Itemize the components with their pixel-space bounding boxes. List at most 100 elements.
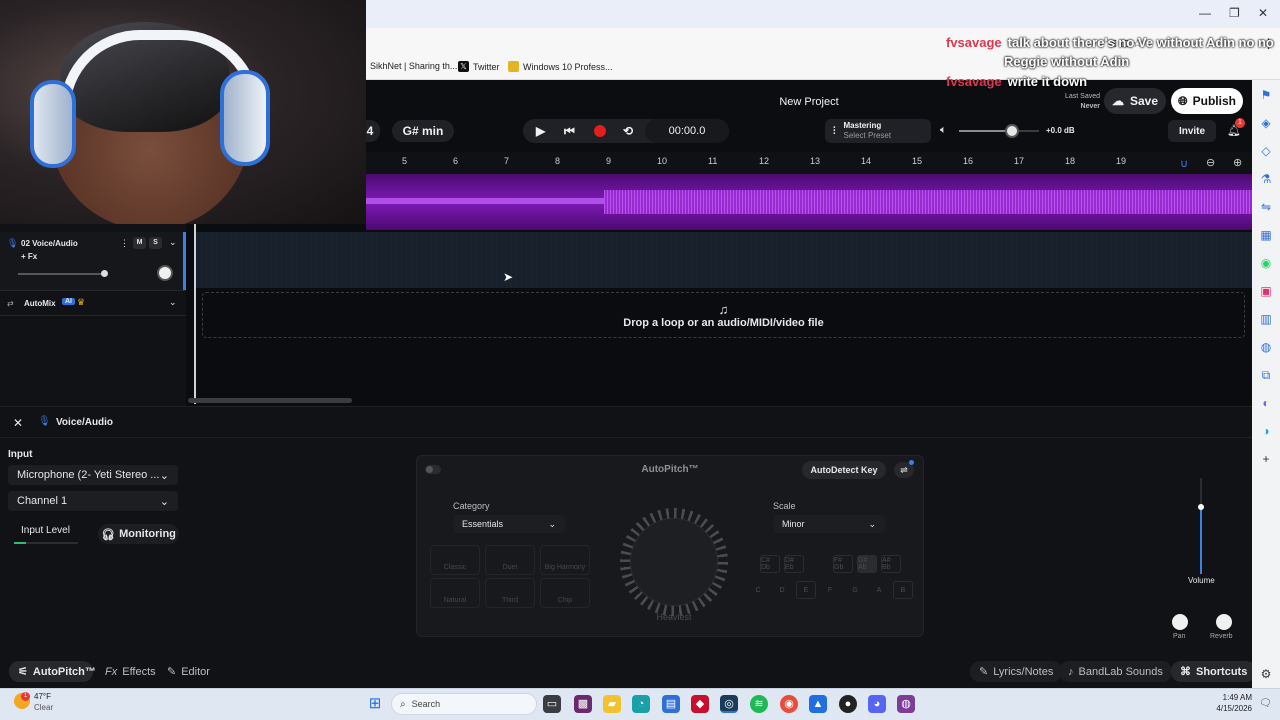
key-e[interactable]: E bbox=[796, 581, 816, 599]
nba-icon[interactable]: ◆ bbox=[691, 695, 709, 713]
category-select[interactable]: Essentials ⌄ bbox=[453, 515, 565, 533]
publish-button[interactable]: 🌐︎ Publish bbox=[1171, 88, 1243, 114]
preset-chip[interactable]: Chip bbox=[540, 578, 590, 608]
key-g-sharp[interactable]: G# Ab bbox=[857, 555, 877, 573]
record-icon[interactable] bbox=[594, 125, 606, 137]
key-d-sharp[interactable]: D# Eb bbox=[784, 555, 804, 573]
key-g[interactable]: G bbox=[845, 581, 865, 599]
app-icon[interactable]: ▩ bbox=[574, 695, 592, 713]
flask-icon[interactable]: ⚗ bbox=[1259, 172, 1273, 186]
mute-button[interactable]: M bbox=[133, 237, 146, 249]
restore-icon[interactable]: ❐ bbox=[1229, 6, 1240, 20]
key-b[interactable]: B bbox=[893, 581, 913, 599]
save-button[interactable]: ☁ Save bbox=[1104, 88, 1166, 114]
bookmark-icon[interactable]: ⚑ bbox=[1259, 88, 1273, 102]
bird-icon[interactable]: ◑ bbox=[1259, 424, 1273, 438]
loop-icon[interactable]: ⟲ bbox=[623, 124, 633, 138]
app-icon[interactable]: ▲ bbox=[809, 695, 827, 713]
bookmark-windows[interactable]: Windows 10 Profess... bbox=[508, 61, 613, 72]
track-more-icon[interactable]: ⋮ bbox=[120, 238, 129, 249]
master-volume-slider[interactable] bbox=[959, 124, 1039, 138]
play-icon[interactable]: ▶ bbox=[536, 124, 545, 138]
shortcuts-button[interactable]: ⌘ Shortcuts bbox=[1171, 661, 1257, 682]
key-a[interactable]: A bbox=[869, 581, 889, 599]
preset-classic[interactable]: Classic bbox=[430, 545, 480, 575]
bookmark-twitter[interactable]: 𝕏 Twitter bbox=[458, 61, 500, 72]
chevron-down-icon[interactable]: ⌄ bbox=[169, 297, 177, 308]
chart-icon[interactable]: ▥ bbox=[1259, 312, 1273, 326]
lyrics-notes-button[interactable]: ✎ Lyrics/Notes bbox=[970, 661, 1063, 682]
zoom-in-icon[interactable]: ⊕ bbox=[1233, 156, 1242, 169]
tag-icon[interactable]: ◈ bbox=[1259, 116, 1273, 130]
copy-icon[interactable]: ⧉ bbox=[1259, 368, 1273, 382]
chrome-icon[interactable]: ◉ bbox=[780, 695, 798, 713]
calendar-icon[interactable]: ▦ bbox=[1259, 228, 1273, 242]
key-c[interactable]: C bbox=[748, 581, 768, 599]
preset-natural[interactable]: Natural bbox=[430, 578, 480, 608]
speaker-icon[interactable]: 🔈︎ bbox=[940, 124, 947, 137]
horizontal-scrollbar[interactable] bbox=[188, 398, 352, 403]
preset-third[interactable]: Third bbox=[485, 578, 535, 608]
timeline-ruler[interactable]: 5 6 7 8 9 10 11 12 13 14 15 16 17 18 19 bbox=[366, 152, 1252, 174]
whatsapp-icon[interactable]: ◉ bbox=[1259, 256, 1273, 270]
notifications-icon[interactable]: 🗨︎ bbox=[1259, 698, 1272, 709]
file-explorer-icon[interactable]: ▰ bbox=[603, 695, 621, 713]
cube-icon[interactable]: ◇ bbox=[1259, 144, 1273, 158]
skip-back-icon[interactable]: ⏮ bbox=[564, 124, 575, 139]
mastering-button[interactable]: ⫶ Mastering Select Preset bbox=[825, 119, 931, 143]
messenger-icon[interactable]: ◐ bbox=[1259, 396, 1273, 410]
key-f-sharp[interactable]: F# Gb bbox=[833, 555, 853, 573]
store-icon[interactable]: ▤ bbox=[662, 695, 680, 713]
zoom-out-icon[interactable]: ⊖ bbox=[1206, 156, 1215, 169]
pan-knob[interactable] bbox=[1172, 614, 1188, 630]
preset-big-harmony[interactable]: Big Harmony bbox=[540, 545, 590, 575]
monitoring-button[interactable]: 🎧︎ Monitoring bbox=[98, 524, 179, 544]
track-volume-slider[interactable] bbox=[18, 270, 108, 277]
add-fx[interactable]: + Fx bbox=[21, 252, 37, 261]
key-a-sharp[interactable]: A# Bb bbox=[881, 555, 901, 573]
track2-header[interactable]: 🎙︎ 02 Voice/Audio ⋮ M S ⌄ + Fx bbox=[0, 232, 186, 290]
pitch-knob[interactable] bbox=[630, 518, 718, 606]
key-selector[interactable]: G# min bbox=[392, 120, 454, 142]
tab-effects[interactable]: Fx Effects bbox=[96, 661, 165, 682]
tab-editor[interactable]: ✎ Editor bbox=[158, 661, 219, 682]
app-icon[interactable]: ● bbox=[839, 695, 857, 713]
task-view-icon[interactable]: ▭ bbox=[543, 695, 561, 713]
instagram-icon[interactable]: ▣ bbox=[1259, 284, 1273, 298]
track2-name[interactable]: 02 Voice/Audio bbox=[21, 239, 78, 248]
track1-waveform[interactable] bbox=[366, 174, 1252, 230]
scale-select[interactable]: Minor ⌄ bbox=[773, 515, 885, 533]
bookmark-sikhnet[interactable]: SikhNet | Sharing th... bbox=[370, 61, 457, 71]
key-f[interactable]: F bbox=[820, 581, 840, 599]
track2-lane[interactable] bbox=[196, 232, 1252, 288]
reverb-knob[interactable] bbox=[1216, 614, 1232, 630]
key-c-sharp[interactable]: C# Db bbox=[760, 555, 780, 573]
bell-icon[interactable]: ◍ bbox=[1259, 340, 1273, 354]
tab-autopitch[interactable]: ⚟ AutoPitch™ bbox=[9, 661, 96, 682]
spotify-icon[interactable]: ≋ bbox=[750, 695, 768, 713]
add-icon[interactable]: + bbox=[1259, 452, 1273, 466]
solo-button[interactable]: S bbox=[149, 237, 162, 249]
volume-fader[interactable] bbox=[1198, 478, 1204, 574]
windows-start-icon[interactable]: ⊞ bbox=[366, 695, 384, 713]
channel-select[interactable]: Channel 1 ⌄ bbox=[8, 491, 178, 511]
edge-icon[interactable]: ◔ bbox=[632, 695, 650, 713]
input-device-select[interactable]: Microphone (2- Yeti Stereo ... ⌄ bbox=[8, 465, 178, 485]
chevron-down-icon[interactable]: ⌄ bbox=[169, 237, 177, 248]
bandlab-sounds-button[interactable]: ♪ BandLab Sounds bbox=[1059, 661, 1172, 682]
gear-icon[interactable]: ⚙ bbox=[1259, 667, 1273, 681]
playhead[interactable] bbox=[194, 224, 196, 404]
minimize-icon[interactable]: — bbox=[1199, 6, 1211, 20]
bandlab-icon[interactable]: ◎ bbox=[720, 695, 738, 713]
preset-duet[interactable]: Duet bbox=[485, 545, 535, 575]
magnet-icon[interactable]: ∪ bbox=[1180, 157, 1188, 170]
discord-icon[interactable]: ◕ bbox=[868, 695, 886, 713]
translate-icon[interactable]: ⇋ bbox=[1259, 200, 1273, 214]
invite-button[interactable]: Invite bbox=[1168, 120, 1216, 142]
close-icon[interactable]: ✕ bbox=[1258, 6, 1268, 20]
autodetect-key-button[interactable]: AutoDetect Key bbox=[802, 461, 886, 479]
key-d[interactable]: D bbox=[772, 581, 792, 599]
taskbar-search[interactable]: ⌕ Search bbox=[391, 693, 537, 715]
automix-row[interactable]: ⇄ AutoMix AI ♛ ⌄ bbox=[0, 290, 186, 316]
drop-zone[interactable]: ♫ Drop a loop or an audio/MIDI/video fil… bbox=[202, 292, 1245, 338]
